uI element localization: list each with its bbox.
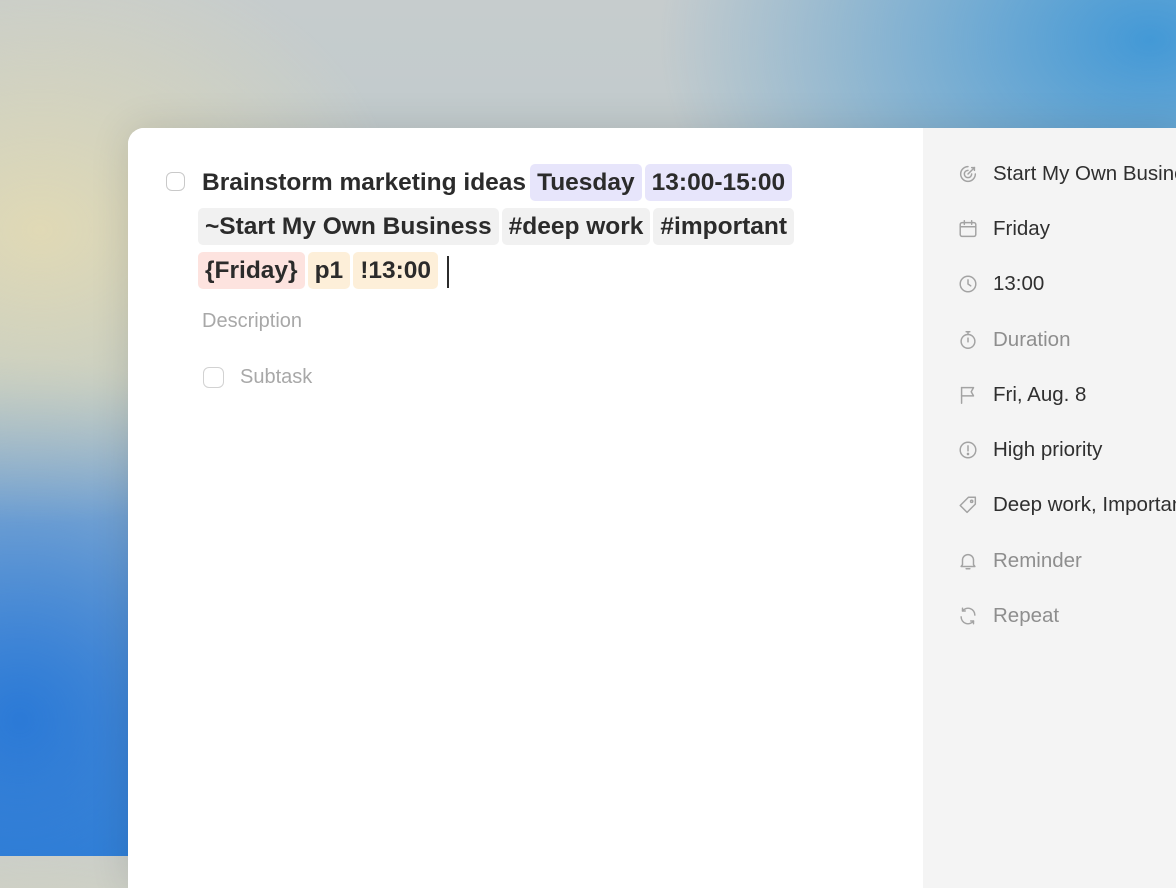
sidebar-deadline-label: Fri, Aug. 8: [993, 382, 1087, 406]
sidebar-project[interactable]: Start My Own Business: [957, 146, 1176, 201]
sidebar-date[interactable]: Friday: [957, 201, 1176, 256]
task-title-input[interactable]: Brainstorm marketing ideas Tuesday 13:00-1…: [198, 161, 898, 293]
stopwatch-icon: [960, 330, 976, 349]
sidebar-labels-label: Deep work, Important: [993, 493, 1176, 517]
sidebar-deadline[interactable]: Fri, Aug. 8: [957, 367, 1176, 422]
sidebar-labels[interactable]: Deep work, Important: [957, 478, 1176, 533]
label-token-deep-work[interactable]: #deep work: [501, 208, 651, 245]
clock-icon: [959, 275, 977, 293]
sidebar-repeat-label: Repeat: [993, 604, 1060, 628]
task-title-text: Brainstorm marketing ideas: [202, 169, 527, 196]
priority-alert-icon: [959, 441, 977, 459]
repeat-icon: [960, 607, 976, 625]
subtask-checkbox[interactable]: [203, 367, 224, 388]
time-range-token[interactable]: 13:00-15:00: [644, 164, 793, 201]
sidebar-duration-label: Duration: [993, 327, 1071, 351]
date-token[interactable]: Tuesday: [530, 164, 642, 201]
sidebar-repeat[interactable]: Repeat: [957, 588, 1176, 643]
task-complete-checkbox[interactable]: [166, 172, 185, 191]
sidebar-time[interactable]: 13:00: [957, 257, 1176, 312]
task-editor-main: Brainstorm marketing ideas Tuesday 13:00-1…: [128, 128, 923, 888]
add-subtask-row[interactable]: Subtask: [203, 366, 312, 389]
sidebar-priority[interactable]: High priority: [957, 422, 1176, 477]
bell-icon: [960, 553, 976, 570]
sidebar-reminder[interactable]: Reminder: [957, 533, 1176, 588]
task-editor-window: Brainstorm marketing ideas Tuesday 13:00-1…: [128, 128, 1176, 888]
priority-token[interactable]: p1: [307, 252, 351, 289]
sidebar-time-label: 13:00: [993, 272, 1045, 296]
sidebar-reminder-label: Reminder: [993, 548, 1082, 572]
tag-icon: [959, 496, 977, 514]
label-token-important[interactable]: #important: [653, 208, 795, 245]
project-token[interactable]: ~Start My Own Business: [198, 208, 499, 245]
reminder-token[interactable]: !13:00: [353, 252, 439, 289]
subtask-placeholder: Subtask: [240, 366, 313, 388]
text-caret: [447, 255, 450, 288]
calendar-icon: [959, 219, 977, 238]
sidebar-project-label: Start My Own Business: [993, 161, 1176, 185]
sidebar-date-label: Friday: [993, 216, 1050, 240]
sidebar-duration[interactable]: Duration: [957, 312, 1176, 367]
task-details-sidebar: Start My Own Business Friday 13:00 Durat…: [923, 128, 1176, 888]
sidebar-priority-label: High priority: [993, 438, 1103, 462]
project-target-icon: [959, 165, 977, 182]
description-input[interactable]: Description: [202, 310, 302, 333]
flag-icon: [960, 386, 975, 404]
deadline-token[interactable]: {Friday}: [198, 252, 305, 289]
